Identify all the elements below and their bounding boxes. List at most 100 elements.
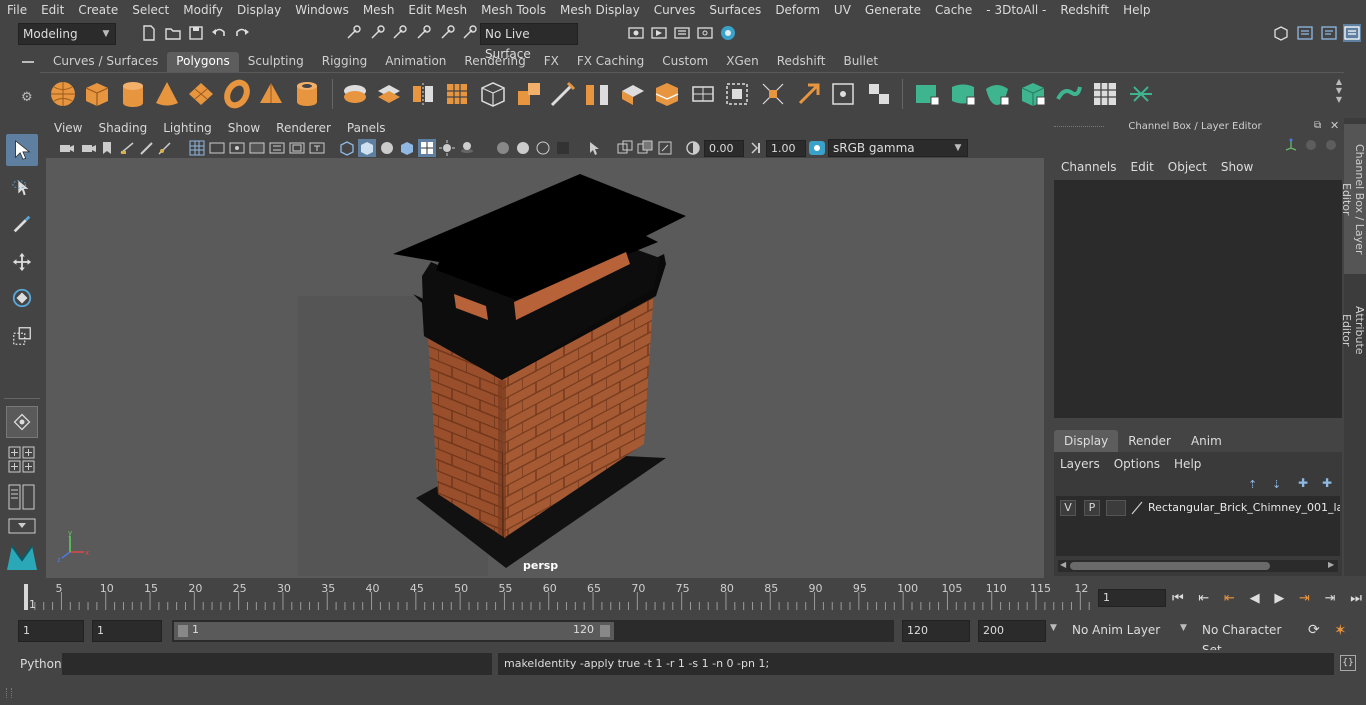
layer-tab[interactable]: Display <box>1054 430 1119 452</box>
append-polygon-icon[interactable] <box>722 79 752 109</box>
snap-to-grid-icon[interactable] <box>414 24 432 42</box>
select-by-object-icon[interactable] <box>368 24 386 42</box>
viewport-scene[interactable]: x y z <box>46 158 1044 578</box>
menu-item[interactable]: Help <box>1116 0 1157 20</box>
command-input[interactable] <box>62 653 492 675</box>
snap-to-point-icon[interactable] <box>460 24 478 42</box>
range-end-grip[interactable] <box>600 625 610 637</box>
extrude-icon[interactable] <box>514 79 544 109</box>
new-layer-selected-icon[interactable]: ✚ <box>1322 476 1332 490</box>
layer-tab[interactable]: Anim <box>1181 430 1232 452</box>
modeling-toolkit-icon[interactable] <box>1272 24 1290 42</box>
snap-to-curve-icon[interactable] <box>438 24 456 42</box>
render-frame-icon[interactable] <box>650 24 668 42</box>
live-surface-field[interactable]: No Live Surface <box>480 23 578 61</box>
channel-box-menu-item[interactable]: Edit <box>1124 160 1161 178</box>
help-line-grip[interactable] <box>6 688 12 698</box>
menu-item[interactable]: Surfaces <box>702 0 768 20</box>
exposure-icon[interactable] <box>684 139 702 157</box>
soft-modification-icon[interactable] <box>6 406 38 438</box>
shelf-tab[interactable]: FX <box>535 52 568 72</box>
xray-joints-icon[interactable] <box>636 139 654 157</box>
shelf-tab[interactable]: Animation <box>376 52 455 72</box>
shadows-icon[interactable] <box>458 139 476 157</box>
step-back-frame-icon[interactable]: ⇤ <box>1224 591 1235 606</box>
playback-end-field[interactable]: 120 <box>902 620 970 642</box>
isolate-select-icon[interactable] <box>586 139 604 157</box>
use-all-lights-icon[interactable] <box>438 139 456 157</box>
viewport-menu-item[interactable]: Shading <box>90 118 155 138</box>
layer-menu-item[interactable]: Options <box>1114 455 1168 473</box>
scale-tool-icon[interactable] <box>6 320 38 352</box>
menu-item[interactable]: Cache <box>928 0 979 20</box>
shelf-tab[interactable]: Sculpting <box>239 52 313 72</box>
planar-mapping-icon[interactable] <box>912 79 942 109</box>
time-slider[interactable]: 1 5 10 15 20 25 30 35 40 45 50 55 60 65 70 75 80 85 90 95 10… <box>18 582 1090 612</box>
motion-blur-icon[interactable] <box>514 139 532 157</box>
mirror-icon[interactable] <box>408 79 438 109</box>
tab-attribute-editor[interactable]: Attribute Editor <box>1340 286 1366 374</box>
time-ruler[interactable]: 15 10 15 20 25 30 35 40 45 50 55 60 65 70 75 80 85 90 95 10… <box>18 582 1090 612</box>
float-panel-icon[interactable]: ⧉ <box>1314 120 1321 131</box>
viewport-menu-item[interactable]: View <box>46 118 90 138</box>
viewport-menu-item[interactable]: Show <box>220 118 268 138</box>
shelf-tab[interactable]: Polygons <box>167 52 239 72</box>
playback-start-field[interactable]: 1 <box>92 620 162 642</box>
field-chart-icon[interactable] <box>268 139 286 157</box>
channel-box-icon[interactable] <box>1343 24 1361 42</box>
auto-key-icon[interactable]: ⟳ <box>1308 622 1320 638</box>
uv-cut-icon[interactable] <box>1126 79 1156 109</box>
multi-cut-icon[interactable] <box>548 79 578 109</box>
range-start-grip[interactable] <box>178 625 188 637</box>
poly-pipe-icon[interactable] <box>292 79 322 109</box>
scene-start-field[interactable]: 1 <box>18 620 84 642</box>
undo-icon[interactable] <box>210 24 228 42</box>
channel-box-menu-item[interactable]: Show <box>1214 160 1260 178</box>
save-scene-icon[interactable] <box>187 24 205 42</box>
cylindrical-mapping-icon[interactable] <box>948 79 978 109</box>
menu-item[interactable]: Windows <box>288 0 356 20</box>
current-frame-marker[interactable] <box>24 584 28 610</box>
resolution-gate-icon[interactable] <box>228 139 246 157</box>
2d-pan-zoom-icon[interactable] <box>156 139 174 157</box>
animation-preferences-icon[interactable]: ✶ <box>1334 621 1347 639</box>
shelf-scroll-arrows[interactable]: ▲ ▼ ▼ <box>1332 77 1346 113</box>
xray-icon[interactable] <box>616 139 634 157</box>
combine-icon[interactable] <box>340 79 370 109</box>
play-backward-icon[interactable]: ◀ <box>1250 591 1260 606</box>
hypershade-icon[interactable] <box>719 24 737 42</box>
poly-cone-icon[interactable] <box>152 79 182 109</box>
bridge-icon[interactable] <box>582 79 612 109</box>
channel-box-toggle-icon[interactable] <box>1306 140 1316 150</box>
screen-space-ao-icon[interactable] <box>494 139 512 157</box>
shelf-tab[interactable]: Rigging <box>313 52 376 72</box>
new-scene-icon[interactable] <box>140 24 158 42</box>
layer-menu-item[interactable]: Help <box>1174 455 1209 473</box>
attribute-editor-icon[interactable] <box>1296 24 1314 42</box>
layout-presets-icon[interactable] <box>8 446 36 474</box>
smooth-shade-icon[interactable] <box>358 139 376 157</box>
layer-color-swatch-icon[interactable] <box>1130 500 1144 516</box>
menu-item[interactable]: Generate <box>858 0 928 20</box>
chimney-model[interactable] <box>46 158 1044 578</box>
menu-item[interactable]: Modify <box>176 0 230 20</box>
scroll-left-icon[interactable]: ◀ <box>1060 560 1066 569</box>
menu-item[interactable]: Edit Mesh <box>401 0 474 20</box>
close-panel-icon[interactable]: ✕ <box>1330 119 1339 132</box>
bevel-icon[interactable] <box>618 79 648 109</box>
poly-torus-icon[interactable] <box>222 79 252 109</box>
tab-channel-box[interactable]: Channel Box / Layer Editor <box>1340 124 1366 274</box>
menu-item[interactable]: Mesh <box>356 0 402 20</box>
xray-components-icon[interactable] <box>656 139 674 157</box>
script-language-label[interactable]: Python <box>20 657 62 671</box>
anim-layer-dropdown[interactable]: No Anim Layer <box>1068 620 1180 642</box>
color-management-icon[interactable] <box>808 139 826 157</box>
gamma-icon[interactable] <box>748 139 766 157</box>
menu-item[interactable]: - 3DtoAll - <box>979 0 1053 20</box>
shelf-tab[interactable]: Curves / Surfaces <box>44 52 167 72</box>
quad-draw-icon[interactable] <box>828 79 858 109</box>
shelf-tab[interactable]: FX Caching <box>568 52 653 72</box>
grease-pencil-icon[interactable] <box>138 139 156 157</box>
new-layer-icon[interactable]: ✚ <box>1298 476 1308 490</box>
target-weld-icon[interactable] <box>758 79 788 109</box>
